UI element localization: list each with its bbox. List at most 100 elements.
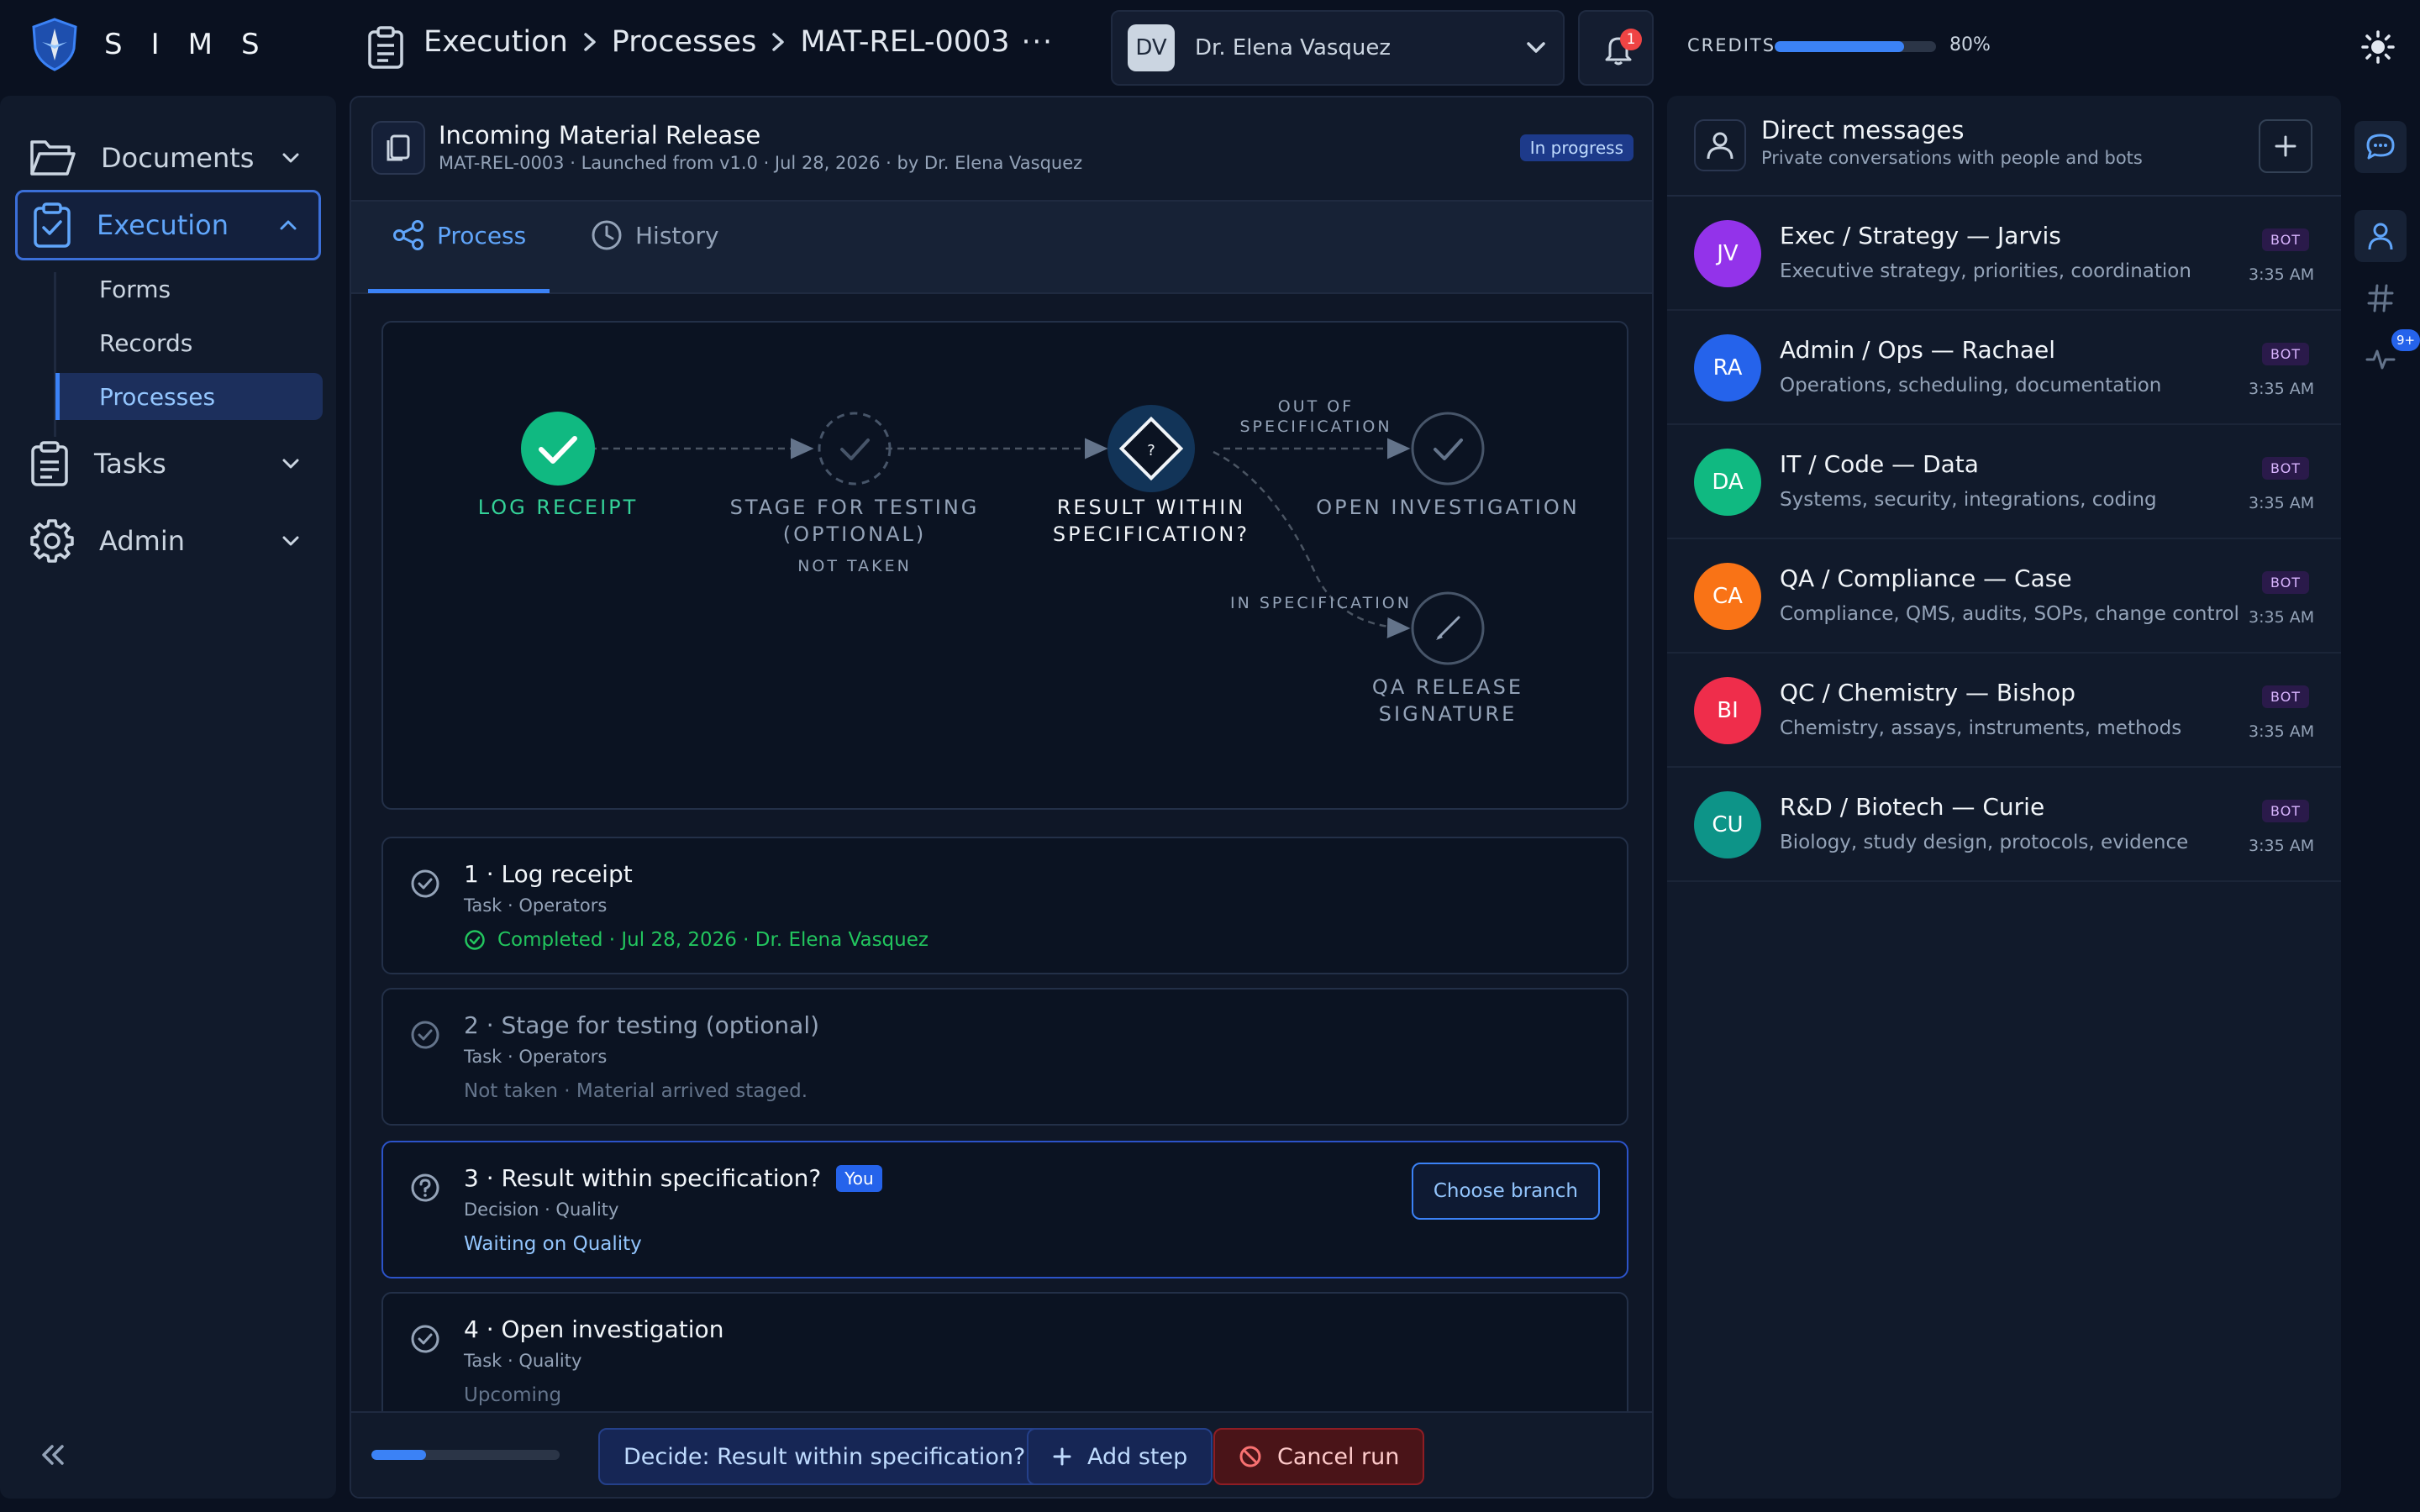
contact-timestamp: 3:35 AM [2249, 265, 2315, 284]
step-status: Not taken · Material arrived staged. [464, 1080, 808, 1102]
app-logo[interactable]: SIMS [30, 17, 288, 72]
sidebar-subitem-records[interactable]: Records [55, 319, 323, 366]
sidebar-item-label: Admin [99, 525, 185, 557]
run-subtitle: MAT-REL-0003 · Launched from v1.0 · Jul … [439, 153, 1083, 173]
flow-node-label: (OPTIONAL) [782, 522, 927, 546]
flow-node-label: STAGE FOR TESTING [729, 496, 980, 519]
flow-node-label: LOG RECEIPT [477, 496, 639, 519]
sidebar-item-label: Tasks [94, 448, 166, 480]
chat-header-icon-box [1694, 119, 1746, 171]
contact-avatar: BI [1694, 677, 1761, 744]
flow-node-log-receipt[interactable] [521, 412, 595, 486]
step-card[interactable]: 4 · Open investigation Task · Quality Up… [381, 1292, 1628, 1430]
check-circle-icon [464, 929, 486, 951]
step-meta: Task · Operators [464, 1047, 608, 1067]
tab-history[interactable]: History [590, 218, 719, 252]
step-card[interactable]: 2 · Stage for testing (optional) Task · … [381, 988, 1628, 1126]
contact-avatar: CA [1694, 563, 1761, 630]
sidebar-item-admin[interactable]: Admin [15, 506, 321, 576]
contact-timestamp: 3:35 AM [2249, 608, 2315, 627]
contact-name: QC / Chemistry — Bishop [1780, 679, 2076, 706]
contact-row[interactable]: CU R&D / Biotech — Curie Biology, study de… [1667, 768, 2341, 882]
tab-process[interactable]: Process [392, 218, 526, 252]
plus-icon [2274, 134, 2297, 158]
credits-percent: 80% [1949, 34, 1991, 55]
tab-label: History [635, 221, 719, 249]
contact-row[interactable]: RA Admin / Ops — Rachael Operations, sched… [1667, 311, 2341, 425]
breadcrumb-processes[interactable]: Processes [612, 25, 757, 59]
flow-edge-label: OUT OF [1277, 397, 1355, 416]
step-card[interactable]: 1 · Log receipt Task · Operators Complet… [381, 837, 1628, 974]
activity-pulse-icon [2365, 346, 2396, 371]
process-flow-diagram: ? LOG RECEIPT STAGE FOR TESTING (OPTIONA… [381, 321, 1628, 810]
clipboard-list-icon [29, 440, 71, 487]
sidebar-subitem-processes[interactable]: Processes [55, 373, 323, 420]
step-title-text: 3 · Result within specification? [464, 1164, 822, 1192]
share-nodes-icon [392, 218, 425, 252]
contact-description: Compliance, QMS, audits, SOPs, change co… [1780, 603, 2239, 625]
flow-node-result-within-specification[interactable]: ? [1107, 405, 1195, 492]
status-badge: In progress [1519, 134, 1634, 161]
bot-badge: BOT [2262, 571, 2310, 594]
contact-name: R&D / Biotech — Curie [1780, 793, 2045, 821]
theme-toggle-button[interactable] [2361, 30, 2395, 64]
sidebar-subitem-forms[interactable]: Forms [55, 265, 323, 312]
new-message-button[interactable] [2259, 119, 2312, 173]
right-rail: 9+ [2351, 96, 2420, 1499]
contact-timestamp: 3:35 AM [2249, 380, 2315, 398]
run-progress-fill [371, 1450, 426, 1460]
run-document-icon-box [371, 121, 425, 175]
active-tab-indicator [368, 289, 550, 293]
cancel-run-button[interactable]: Cancel run [1213, 1428, 1425, 1485]
contact-name: Exec / Strategy — Jarvis [1780, 222, 2061, 249]
direct-messages-panel: Direct messages Private conversations wi… [1667, 96, 2341, 1499]
sidebar-item-documents[interactable]: Documents [15, 123, 321, 193]
gear-icon [29, 517, 76, 564]
flow-edge-label: SPECIFICATION [1239, 417, 1392, 436]
flow-node-stage-for-testing[interactable] [818, 412, 892, 486]
sidebar-item-tasks[interactable]: Tasks [15, 428, 321, 499]
contact-row[interactable]: CA QA / Compliance — Case Compliance, QMS,… [1667, 539, 2341, 654]
credits-progress-bar [1775, 41, 1936, 52]
rail-channels-button[interactable] [2354, 272, 2407, 324]
contact-avatar: DA [1694, 449, 1761, 516]
user-selector[interactable]: DV Dr. Elena Vasquez [1111, 10, 1565, 86]
check-circle-icon [410, 1020, 440, 1050]
user-name: Dr. Elena Vasquez [1195, 35, 1392, 60]
sidebar-item-execution[interactable]: Execution [15, 190, 321, 260]
folder-open-icon [29, 137, 77, 179]
step-card-active[interactable]: 3 · Result within specification? You Dec… [381, 1141, 1628, 1278]
decide-button[interactable]: Decide: Result within specification? [598, 1428, 1051, 1485]
flow-edge-label: IN SPECIFICATION [1230, 594, 1412, 612]
sidebar-item-label: Execution [97, 209, 229, 241]
process-run-panel: Incoming Material Release MAT-REL-0003 ·… [350, 96, 1654, 1499]
step-title: 1 · Log receipt [464, 860, 633, 888]
check-circle-icon [410, 869, 440, 899]
contact-description: Biology, study design, protocols, eviden… [1780, 832, 2189, 853]
step-meta: Decision · Quality [464, 1200, 619, 1220]
collapse-sidebar-button[interactable] [39, 1443, 67, 1467]
add-step-button[interactable]: Add step [1027, 1428, 1213, 1485]
step-status: Completed · Jul 28, 2026 · Dr. Elena Vas… [464, 929, 929, 951]
notifications-button[interactable]: 1 [1578, 10, 1654, 86]
contact-row[interactable]: BI QC / Chemistry — Bishop Chemistry, assa… [1667, 654, 2341, 768]
user-icon [1706, 130, 1734, 160]
rail-direct-messages-button[interactable] [2354, 210, 2407, 262]
flow-node-label: OPEN INVESTIGATION [1316, 496, 1580, 519]
more-options-button[interactable]: ··· [1022, 25, 1054, 59]
flow-node-open-investigation[interactable] [1411, 412, 1485, 486]
chevron-down-icon [1524, 39, 1548, 56]
chevron-down-icon [281, 457, 301, 470]
run-action-bar: Decide: Result within specification? Add… [351, 1411, 1652, 1497]
rail-chat-button[interactable] [2354, 121, 2407, 173]
chat-panel-title: Direct messages [1761, 116, 1965, 144]
step-title: 2 · Stage for testing (optional) [464, 1011, 820, 1039]
contact-row[interactable]: JV Exec / Strategy — Jarvis Executive stra… [1667, 197, 2341, 311]
activity-count-badge: 9+ [2391, 329, 2420, 351]
bot-badge: BOT [2262, 228, 2310, 251]
breadcrumb-execution[interactable]: Execution [424, 25, 568, 59]
contact-row[interactable]: DA IT / Code — Data Systems, security, int… [1667, 425, 2341, 539]
sidebar-item-label: Documents [101, 142, 255, 174]
choose-branch-button[interactable]: Choose branch [1411, 1163, 1600, 1220]
step-title: 3 · Result within specification? You [464, 1164, 882, 1192]
